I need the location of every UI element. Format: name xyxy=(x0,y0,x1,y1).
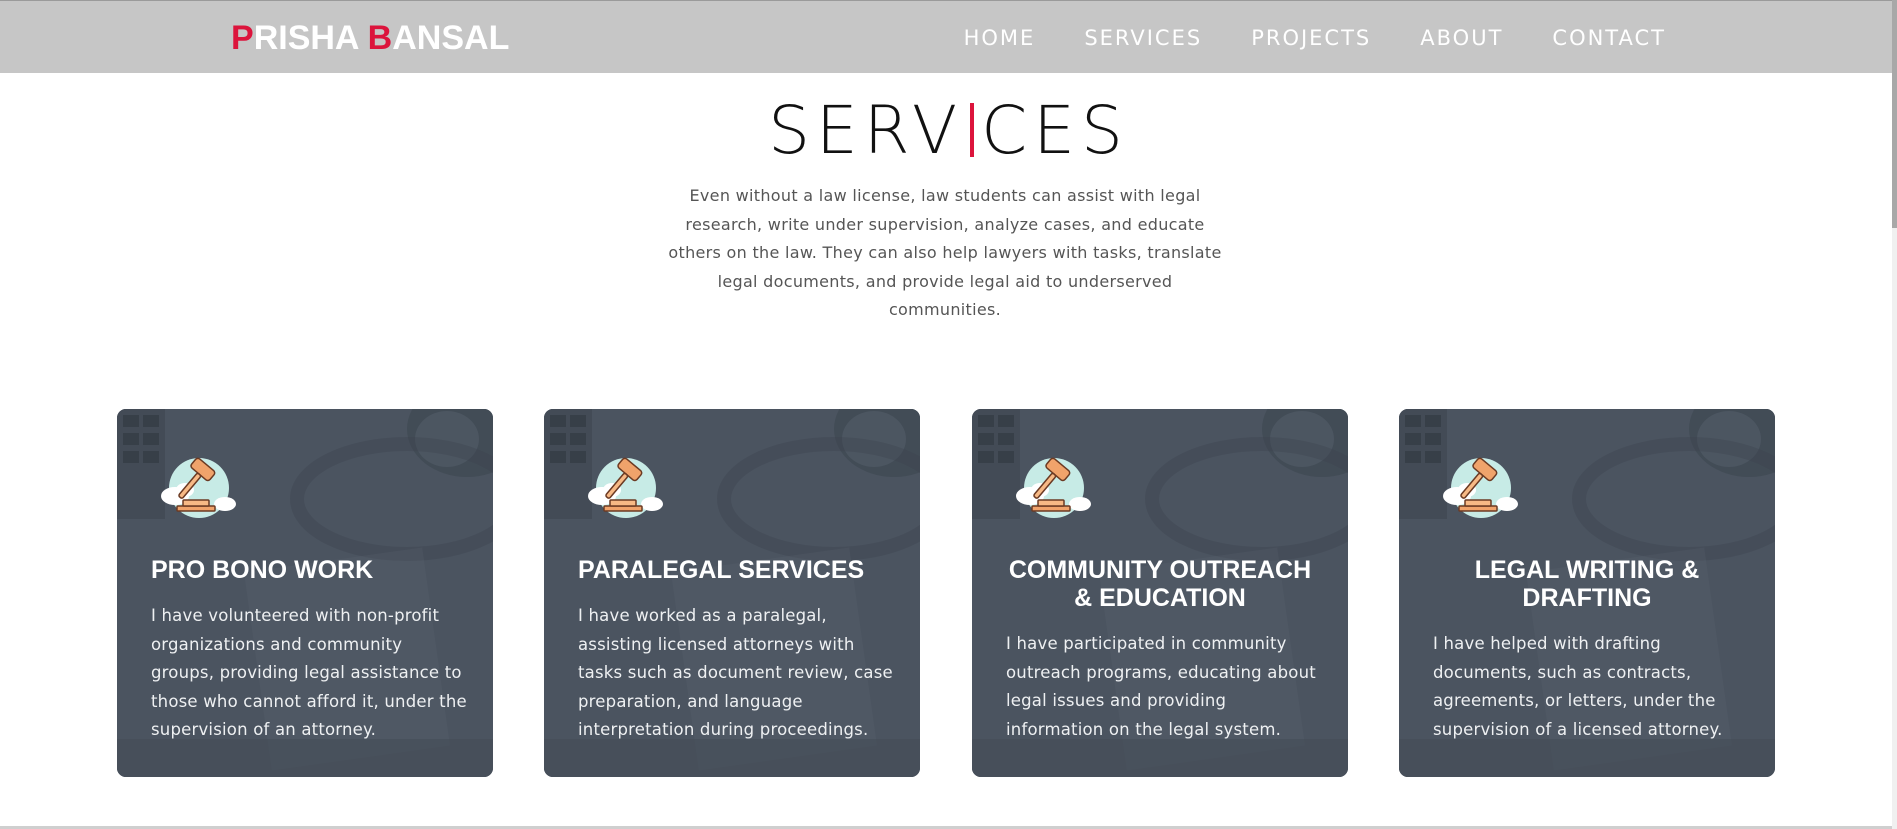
brand-last-initial: B xyxy=(367,19,393,57)
brand-first-rest: RISHA xyxy=(253,19,368,57)
services-cards: PRO BONO WORK I have volunteered with no… xyxy=(117,409,1777,777)
brand-logo[interactable]: PRISHA BANSAL xyxy=(231,18,509,58)
page-scrollbar[interactable] xyxy=(1892,0,1897,829)
services-heading-end: CES xyxy=(981,92,1129,169)
brand-first-initial: P xyxy=(231,19,254,57)
card-text: I have worked as a paralegal, assisting … xyxy=(578,606,893,739)
services-heading: SERV CES xyxy=(0,93,1897,169)
service-card-paralegal[interactable]: PARALEGAL SERVICES I have worked as a pa… xyxy=(544,409,920,777)
card-title: LEGAL WRITING & DRAFTING xyxy=(1474,556,1700,612)
gavel-icon xyxy=(588,457,663,518)
navbar: PRISHA BANSAL HOME SERVICES PROJECTS ABO… xyxy=(0,0,1897,73)
scrollbar-thumb[interactable] xyxy=(1892,0,1897,228)
card-text: I have participated in community outreac… xyxy=(1006,634,1316,739)
brand-last-rest: ANSAL xyxy=(392,19,510,57)
page: PRISHA BANSAL HOME SERVICES PROJECTS ABO… xyxy=(0,0,1897,829)
nav-services-link[interactable]: SERVICES xyxy=(1084,25,1202,51)
main-nav: HOME SERVICES PROJECTS ABOUT CONTACT xyxy=(915,25,1666,51)
nav-home-link[interactable]: HOME xyxy=(964,25,1036,51)
card-title: PARALEGAL SERVICES xyxy=(578,556,865,584)
gavel-icon xyxy=(1016,457,1091,518)
gavel-icon xyxy=(1443,457,1518,518)
card-text: I have volunteered with non-profit organ… xyxy=(151,606,467,739)
card-text: I have helped with drafting documents, s… xyxy=(1433,634,1723,739)
card-title: PRO BONO WORK xyxy=(151,556,374,584)
card-title: COMMUNITY OUTREACH & EDUCATION xyxy=(1008,556,1312,612)
gavel-icon xyxy=(161,457,236,518)
services-heading-start: SERV xyxy=(768,92,964,169)
service-card-legal-writing[interactable]: LEGAL WRITING & DRAFTING I have helped w… xyxy=(1399,409,1775,777)
nav-about-link[interactable]: ABOUT xyxy=(1420,25,1503,51)
heading-accent-bar xyxy=(970,103,975,157)
nav-contact-link[interactable]: CONTACT xyxy=(1552,25,1666,51)
service-card-pro-bono[interactable]: PRO BONO WORK I have volunteered with no… xyxy=(117,409,493,777)
service-card-community-outreach[interactable]: COMMUNITY OUTREACH & EDUCATION I have pa… xyxy=(972,409,1348,777)
services-intro: Even without a law license, law students… xyxy=(668,186,1222,319)
nav-projects-link[interactable]: PROJECTS xyxy=(1251,25,1371,51)
